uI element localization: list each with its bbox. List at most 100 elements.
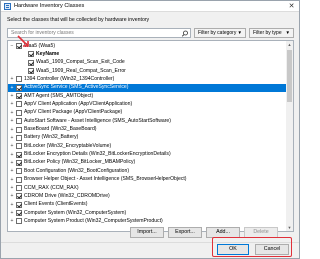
class-row[interactable]: KeyName (8, 50, 286, 58)
expand-icon[interactable]: + (9, 101, 15, 107)
class-checkbox[interactable] (16, 118, 22, 125)
expand-icon[interactable]: + (9, 127, 15, 133)
expand-icon[interactable]: + (9, 135, 15, 141)
class-label: Browser Helper Object - Asset Intelligen… (24, 176, 187, 183)
expand-icon[interactable]: + (9, 177, 15, 183)
class-row[interactable]: + BitLocker Policy (Win32_BitLocker_MBAMP… (8, 159, 286, 167)
instruction-text: Select the classes that will be collecte… (7, 17, 150, 23)
class-checkbox[interactable] (28, 68, 34, 75)
class-label: Computer System Product (Win32_ComputerS… (24, 217, 163, 224)
class-checkbox[interactable] (28, 59, 34, 66)
class-label: CDROM Drive (Win32_CDROMDrive) (24, 192, 110, 199)
collapse-icon[interactable]: − (9, 43, 15, 49)
expand-icon[interactable]: + (9, 193, 15, 199)
class-row[interactable]: Waa5_1909_Compat_Scan_Exit_Code (8, 59, 286, 67)
class-checkbox[interactable] (16, 193, 22, 200)
expand-icon[interactable]: + (9, 202, 15, 208)
class-row[interactable]: + Computer System (Win32_ComputerSystem) (8, 209, 286, 217)
class-label: AutoStart Software - Asset Intelligence … (24, 117, 171, 124)
inventory-class-tree[interactable]: − Waa5 (Waa5) KeyName Waa5_1909_Compat_Scan… (7, 40, 294, 232)
class-label: Computer System (Win32_ComputerSystem) (24, 209, 127, 216)
class-checkbox[interactable] (16, 210, 22, 216)
class-row[interactable]: + Battery (Win32_Battery) (8, 134, 286, 142)
chevron-down-icon: ▼ (285, 30, 290, 35)
search-input[interactable]: Search for inventory classes (7, 28, 191, 38)
search-icon[interactable] (181, 30, 189, 37)
scroll-up-icon[interactable]: ▲ (286, 41, 293, 48)
class-row[interactable]: + Browser Helper Object - Asset Intellige… (8, 176, 286, 184)
class-checkbox[interactable] (16, 176, 22, 183)
class-checkbox[interactable] (16, 143, 22, 150)
scroll-down-icon[interactable]: ▼ (286, 224, 293, 231)
expand-icon[interactable]: + (9, 152, 15, 158)
class-checkbox[interactable] (16, 93, 22, 100)
export-button[interactable]: Export... (168, 227, 202, 238)
class-label: BitLocker Encryption Details (Win32_BitL… (24, 151, 171, 158)
expand-icon[interactable]: + (9, 93, 15, 99)
class-row[interactable]: + AppV Client Application (AppVClientAppl… (8, 100, 286, 108)
class-row[interactable]: + BitLocker (Win32_EncryptableVolume) (8, 142, 286, 150)
class-label: AppV Client Application (AppVClientAppli… (24, 101, 133, 108)
app-icon (4, 3, 11, 10)
class-checkbox[interactable] (16, 151, 22, 158)
expand-icon[interactable]: + (9, 85, 15, 91)
class-row[interactable]: Waa5_1909_Real_Compat_Scan_Error (8, 67, 286, 75)
class-checkbox[interactable] (16, 126, 22, 133)
class-row[interactable]: + BaseBoard (Win32_BaseBoard) (8, 126, 286, 134)
class-checkbox[interactable] (16, 184, 22, 191)
close-icon[interactable]: ✕ (286, 2, 297, 11)
title-bar: Hardware Inventory Classes ✕ (1, 1, 299, 12)
class-label: CCM_RAX (CCM_RAX) (24, 184, 79, 191)
window-title: Hardware Inventory Classes (14, 3, 85, 9)
class-label: Client Events (ClientEvents) (24, 201, 88, 208)
expand-icon[interactable]: + (9, 218, 15, 224)
filter-category-label: Filter by category (198, 30, 237, 36)
class-label: Battery (Win32_Battery) (24, 134, 79, 141)
class-row[interactable]: + AutoStart Software - Asset Intelligence… (8, 117, 286, 125)
class-row[interactable]: + AMT Agent (SMS_AMTObject) (8, 92, 286, 100)
class-row[interactable]: +1394 Controller (Win32_1394Controller) (8, 75, 286, 83)
expand-icon[interactable]: + (9, 110, 15, 116)
class-label: BitLocker Policy (Win32_BitLocker_MBAMPo… (24, 159, 136, 166)
class-label: 1394 Controller (Win32_1394Controller) (24, 75, 115, 82)
expand-icon[interactable]: + (9, 118, 15, 124)
class-label: ActiveSync Service (SMS_ActiveSyncServic… (24, 84, 129, 91)
expand-icon[interactable]: + (9, 185, 15, 191)
expand-icon[interactable]: + (9, 143, 15, 149)
import-button[interactable]: Import... (130, 227, 164, 238)
class-row[interactable]: + CCM_RAX (CCM_RAX) (8, 184, 286, 192)
filter-by-category-button[interactable]: Filter by category ▼ (194, 28, 246, 38)
class-checkbox[interactable] (16, 84, 22, 91)
class-row[interactable]: − Waa5 (Waa5) (8, 42, 286, 50)
expand-icon[interactable]: + (9, 168, 15, 174)
class-row[interactable]: + ActiveSync Service (SMS_ActiveSyncServi… (8, 83, 286, 93)
filter-by-type-button[interactable]: Filter by type ▼ (249, 28, 294, 38)
expand-icon[interactable]: + (9, 210, 15, 216)
class-checkbox[interactable] (16, 218, 22, 225)
class-checkbox[interactable] (16, 76, 22, 83)
class-row[interactable]: + Client Events (ClientEvents) (8, 201, 286, 209)
class-label: AppV Client Package (AppVClientPackage) (24, 109, 123, 116)
class-checkbox[interactable] (16, 168, 22, 175)
class-checkbox[interactable] (16, 159, 22, 166)
class-checkbox[interactable] (16, 101, 22, 108)
expand-icon[interactable]: + (9, 160, 15, 166)
expand-icon[interactable]: + (9, 76, 15, 82)
annotation-arrow-icon (17, 35, 29, 47)
vertical-scrollbar[interactable]: ▲ ▼ (286, 41, 293, 231)
class-label: BitLocker (Win32_EncryptableVolume) (24, 142, 112, 149)
class-row[interactable]: + Boot Configuration (Win32_BootConfigura… (8, 167, 286, 175)
class-checkbox[interactable] (16, 134, 22, 141)
class-row[interactable]: + AppV Client Package (AppVClientPackage) (8, 109, 286, 117)
scroll-thumb[interactable] (287, 50, 292, 102)
class-checkbox[interactable] (16, 201, 22, 208)
class-checkbox[interactable] (28, 51, 34, 58)
class-row[interactable]: + CDROM Drive (Win32_CDROMDrive) (8, 192, 286, 200)
class-row[interactable]: + BitLocker Encryption Details (Win32_Bit… (8, 151, 286, 159)
class-label: Waa5_1909_Real_Compat_Scan_Error (36, 67, 126, 74)
class-label: Waa5_1909_Compat_Scan_Exit_Code (36, 59, 125, 66)
class-label: BaseBoard (Win32_BaseBoard) (24, 126, 97, 133)
class-row[interactable]: + Computer System Product (Win32_Computer… (8, 217, 286, 225)
class-label: KeyName (36, 50, 60, 57)
class-checkbox[interactable] (16, 109, 22, 116)
